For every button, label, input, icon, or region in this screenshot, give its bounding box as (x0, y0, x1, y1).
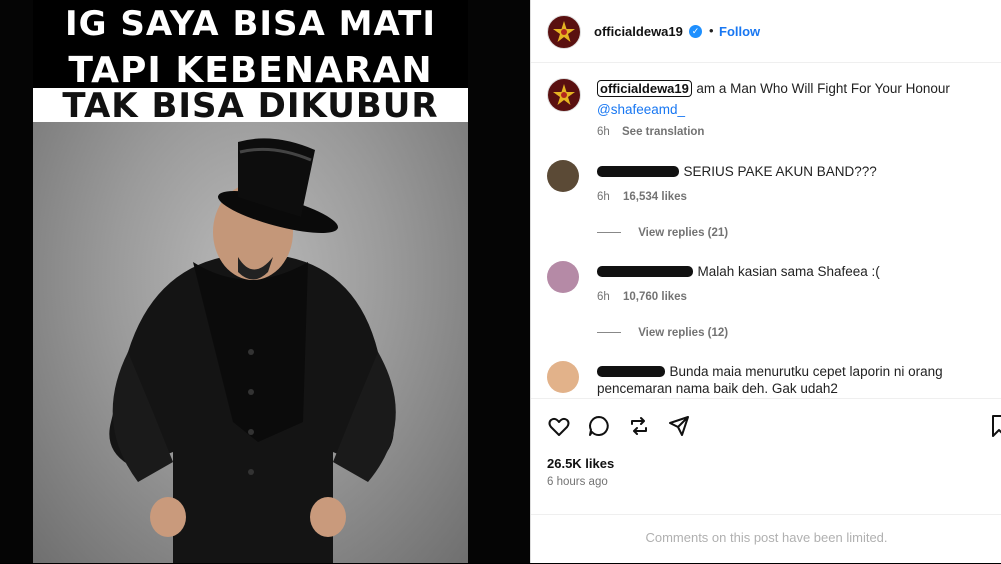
comment-text: SERIUS PAKE AKUN BAND??? (683, 164, 877, 179)
comment-item: SERIUS PAKE AKUN BAND??? 6h 16,534 likes… (597, 163, 877, 239)
author-username[interactable]: officialdewa19 (594, 24, 683, 39)
person-photo (33, 122, 468, 563)
meme-caption-line-1: IG SAYA BISA MATI (64, 4, 436, 44)
comment-item: Malah kasian sama Shafeea :( 6h 10,760 l… (597, 263, 880, 339)
avatar[interactable] (547, 160, 579, 192)
post-media-panel: IG SAYA BISA MATI TAPI KEBENARAN TAK BIS… (0, 0, 530, 563)
view-replies-link[interactable]: View replies (12) (638, 327, 728, 339)
man-in-top-hat-illustration (109, 138, 396, 563)
caption: officialdewa19 am a Man Who Will Fight F… (597, 80, 992, 138)
replies-divider (597, 232, 621, 234)
comment-item: Bunda maia menurutku cepet laporin ni or… (597, 363, 992, 396)
header-separator: • (709, 23, 714, 38)
replies-divider (597, 332, 621, 334)
comments-limited-notice: Comments on this post have been limited. (645, 530, 888, 545)
divider (531, 514, 1001, 515)
share-icon[interactable] (667, 414, 691, 438)
comment-time: 6h (597, 191, 610, 203)
verified-badge-icon: ✓ (689, 25, 702, 38)
likes-count[interactable]: 26.5K likes (547, 456, 614, 471)
redacted-username (597, 266, 693, 278)
caption-mention[interactable]: @shafeeamd_ (597, 102, 992, 117)
redacted-username (597, 366, 665, 378)
post-time: 6 hours ago (547, 476, 608, 488)
redacted-username (597, 166, 679, 178)
dewa19-logo-icon (553, 21, 575, 42)
comment-text-continued: pencemaran nama baik deh. Gak udah2 (597, 381, 838, 396)
avatar[interactable] (547, 261, 579, 293)
comment-likes[interactable]: 10,760 likes (623, 291, 687, 303)
post-details-panel: officialdewa19 ✓ • Follow officialdewa19… (530, 0, 1001, 563)
caption-text: am a Man Who Will Fight For Your Honour (696, 81, 950, 96)
heart-icon[interactable] (547, 414, 571, 438)
caption-time: 6h (597, 126, 610, 138)
caption-avatar[interactable] (547, 78, 581, 112)
meme-caption-line-3: TAK BISA DIKUBUR (33, 88, 468, 122)
caption-username[interactable]: officialdewa19 (597, 80, 692, 97)
bookmark-icon[interactable] (991, 414, 1001, 438)
meme-caption-line-2: TAPI KEBENARAN (68, 50, 433, 91)
author-avatar[interactable] (547, 15, 581, 49)
comment-icon[interactable] (587, 414, 611, 438)
comment-time: 6h (597, 291, 610, 303)
view-replies-link[interactable]: View replies (21) (638, 227, 728, 239)
comment-likes[interactable]: 16,534 likes (623, 191, 687, 203)
follow-button[interactable]: Follow (719, 24, 760, 39)
post-header: officialdewa19 ✓ • Follow (531, 0, 1001, 63)
see-translation-link[interactable]: See translation (622, 126, 704, 138)
avatar[interactable] (547, 361, 579, 393)
repost-icon[interactable] (627, 414, 651, 438)
comment-text: Bunda maia menurutku cepet laporin ni or… (669, 364, 943, 379)
post-actions: 26.5K likes 6 hours ago Comments on this… (531, 398, 1001, 564)
comment-text: Malah kasian sama Shafeea :( (697, 264, 880, 279)
meme-image[interactable]: IG SAYA BISA MATI TAPI KEBENARAN TAK BIS… (33, 0, 468, 563)
dewa19-logo-icon (553, 84, 575, 105)
